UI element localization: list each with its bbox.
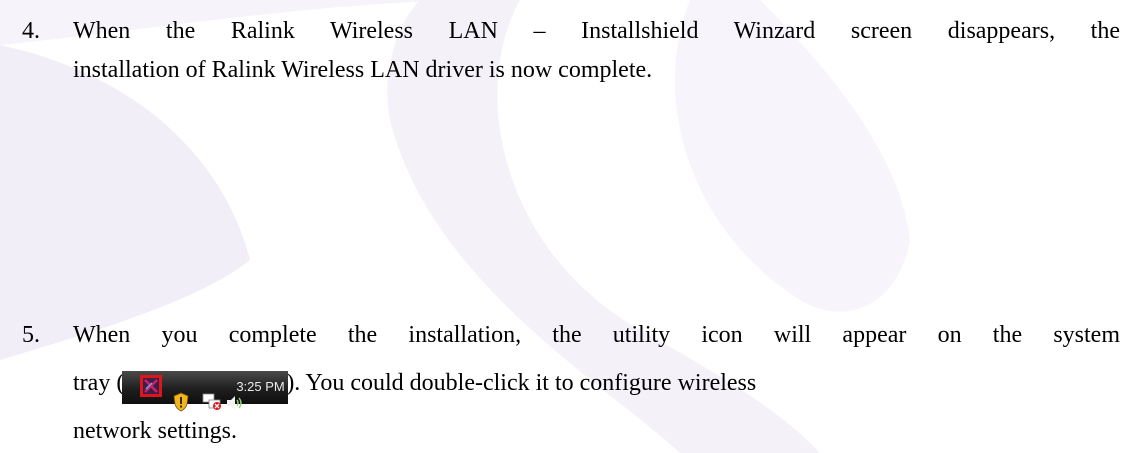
step-text-line: installation of Ralink Wireless LAN driv… [73,57,653,83]
document-page: { "steps": [ { "number": "4.", "line1": … [0,0,1129,453]
step-number: 5. [22,322,40,348]
step-text-line: When the Ralink Wireless LAN – Installsh… [73,18,1120,44]
step-text-fragment: ). You could double-click it to configur… [286,370,757,396]
network-disconnected-icon[interactable] [202,377,224,410]
step-text: When you complete the installation, the … [73,316,1120,451]
step-text-line: tray (3:25 PM). You could double-click… [73,355,1120,414]
step-text: When the Ralink Wireless LAN – Installsh… [73,12,1120,90]
step-text-fragment: tray ( [73,370,125,396]
step-text-line: network settings. [73,418,237,444]
security-shield-icon[interactable] [172,377,190,412]
step-text-line: When you complete the installation, the … [73,322,1120,348]
system-tray-image: 3:25 PM [122,358,289,414]
system-tray: 3:25 PM [122,370,289,412]
ralink-utility-icon[interactable] [140,374,163,397]
tray-clock[interactable]: 3:25 PM [236,378,288,396]
step-number: 4. [22,18,40,44]
